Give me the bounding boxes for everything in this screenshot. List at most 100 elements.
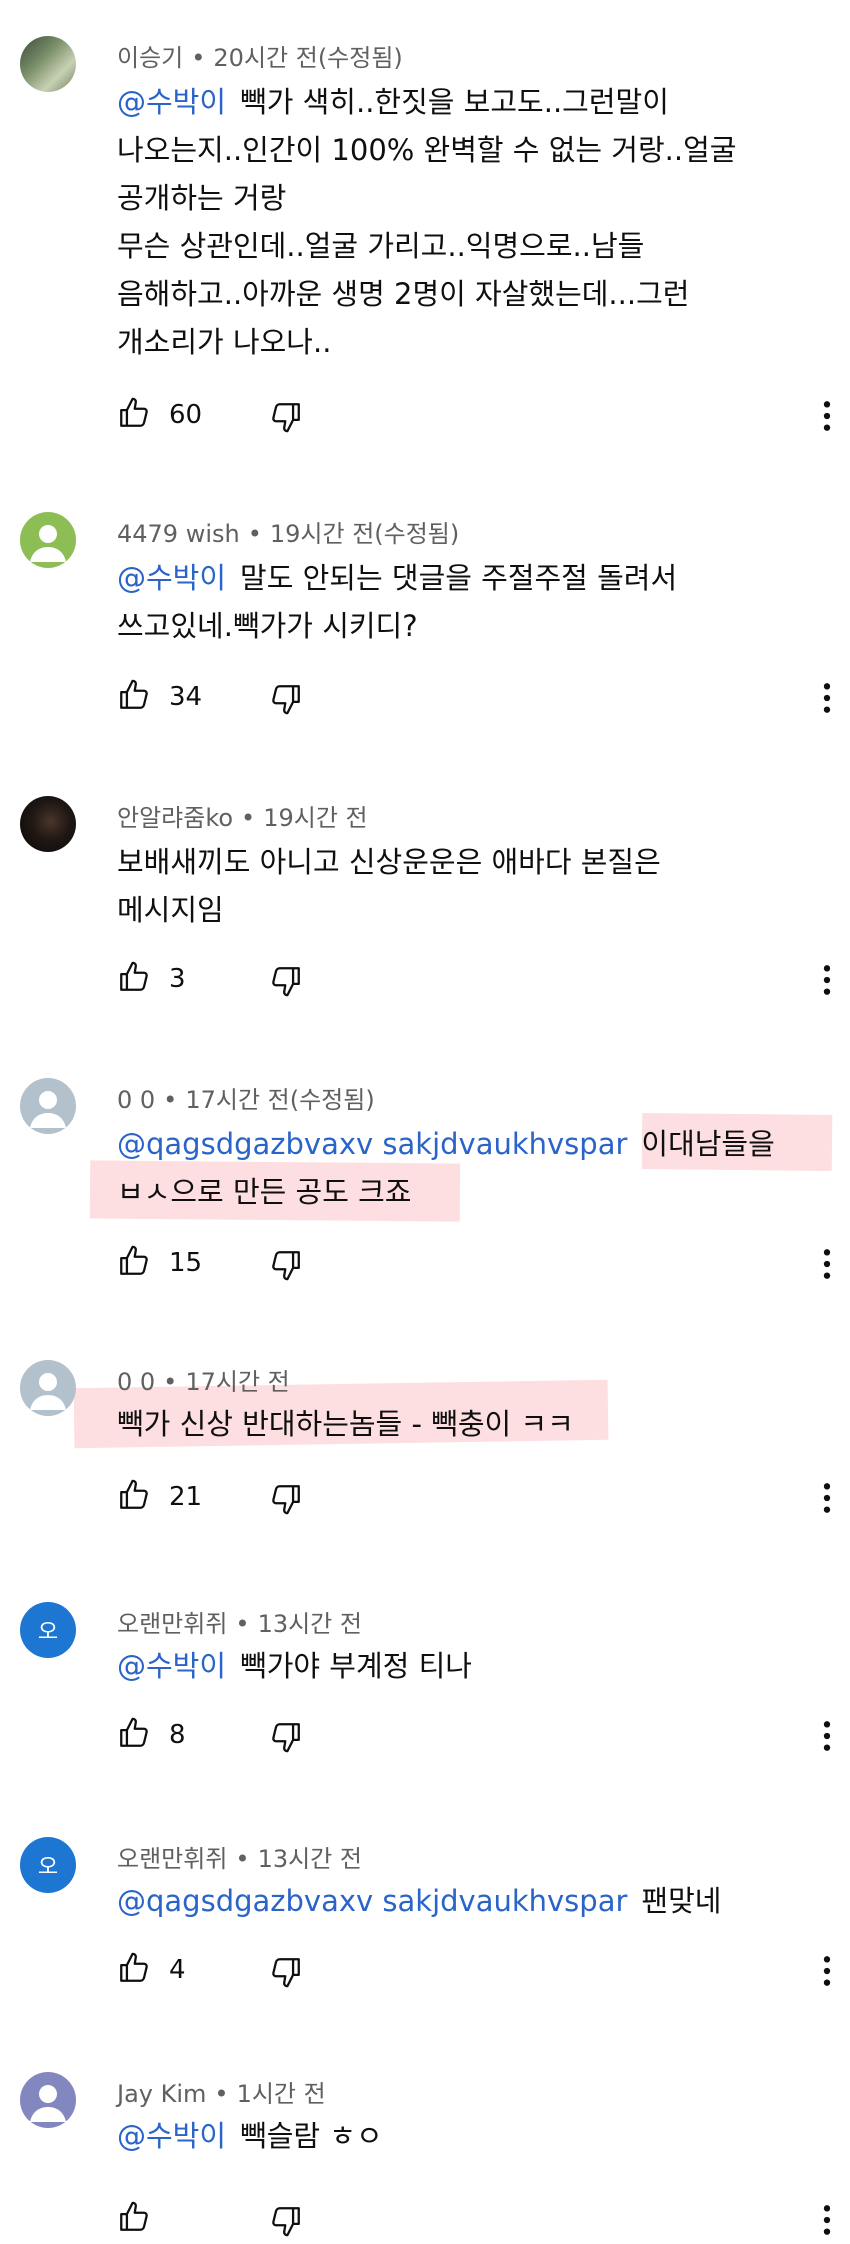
comment-line: @qagsdgazbvaxv sakjdvaukhvspar 팬맞네 (117, 1877, 817, 1925)
comment-thread: 0 0 • 17시간 전 빽가 신상 반대하는놈들 - 빽충이 ㅋㅋ 21 (0, 1340, 850, 1580)
thumbs-up-icon[interactable] (117, 960, 151, 998)
comment-thread: 안알랴줌ko • 19시간 전 보배새끼도 아니고 신상운운은 애바다 본질은 메시… (0, 760, 850, 1050)
comment-time: 17시간 전 (185, 1368, 290, 1396)
thumbs-down-icon[interactable] (269, 964, 303, 1002)
person-icon (30, 1373, 66, 1410)
more-vert-icon[interactable] (807, 396, 847, 440)
like-count: 60 (169, 400, 203, 430)
comment-body: @수박이 빽슬람 ㅎㅇ (117, 2112, 817, 2160)
comment-time: 13시간 전 (257, 1610, 362, 1638)
thumbs-down-icon[interactable] (269, 1720, 303, 1758)
mention-link[interactable]: @qagsdgazbvaxv sakjdvaukhvspar (117, 1884, 627, 1918)
mention-link[interactable]: @qagsdgazbvaxv sakjdvaukhvspar (117, 1127, 627, 1161)
comment-actions: 21 (117, 1478, 831, 1520)
comment-body: @수박이 빽가 색히..한짓을 보고도..그런말이 나오는지..인간이 100% … (117, 78, 817, 366)
mention-link[interactable]: @수박이 (117, 85, 226, 119)
thumbs-down-icon[interactable] (269, 1955, 303, 1993)
author-name[interactable]: 안알랴줌ko (117, 804, 233, 832)
avatar[interactable] (20, 512, 76, 568)
author-name[interactable]: 오랜만휘쥐 (117, 1610, 227, 1638)
comment-time: 19시간 전 (263, 804, 368, 832)
thumbs-down-icon[interactable] (269, 1482, 303, 1520)
thumbs-up-icon[interactable] (117, 1244, 151, 1282)
like-count: 8 (169, 1720, 186, 1750)
comment-thread: 오 오랜만휘쥐 • 13시간 전 @qagsdgazbvaxv sakjdvaukh… (0, 1815, 850, 2050)
author-name[interactable]: 4479 wish (117, 520, 240, 548)
author-name[interactable]: 0 0 (117, 1086, 155, 1114)
meta-separator: • (163, 1368, 178, 1396)
comment-body: @수박이 말도 안되는 댓글을 주절주절 돌려서 쓰고있네.빽가가 시키디? (117, 554, 817, 650)
more-vert-icon[interactable] (807, 960, 847, 1004)
comment-line: 보배새끼도 아니고 신상운운은 애바다 본질은 (117, 845, 661, 879)
comment-meta: 4479 wish • 19시간 전(수정됨) (117, 514, 459, 549)
meta-separator: • (235, 1610, 250, 1638)
comment-line: 메시지임 (117, 893, 224, 927)
author-name[interactable]: 이승기 (117, 44, 183, 72)
comment-thread: Jay Kim • 1시간 전 @수박이 빽슬람 ㅎㅇ (0, 2050, 850, 2240)
mention-link[interactable]: @수박이 (117, 561, 226, 595)
comment-text: 빽가야 부계정 티나 (240, 1649, 472, 1683)
thumbs-up-icon[interactable] (117, 396, 151, 434)
avatar[interactable] (20, 1360, 76, 1416)
avatar[interactable] (20, 36, 76, 92)
author-name[interactable]: 0 0 (117, 1368, 155, 1396)
comment-line: 무슨 상관인데..얼굴 가리고..익명으로..남들 (117, 229, 645, 263)
thumbs-down-icon[interactable] (269, 2204, 303, 2242)
comment-meta: 이승기 • 20시간 전(수정됨) (117, 38, 403, 73)
comment-body: 보배새끼도 아니고 신상운운은 애바다 본질은 메시지임 (117, 838, 817, 934)
like-count: 21 (169, 1482, 203, 1512)
comment-line: 나오는지..인간이 100% 완벽할 수 없는 거랑..얼굴 (117, 133, 737, 167)
thumbs-up-icon[interactable] (117, 1716, 151, 1754)
thumbs-up-icon[interactable] (117, 1478, 151, 1516)
avatar[interactable] (20, 2072, 76, 2128)
comment-text: 이대남들을 (641, 1127, 775, 1161)
author-name[interactable]: Jay Kim (117, 2080, 206, 2108)
thumbs-up-icon[interactable] (117, 1951, 151, 1989)
mention-link[interactable]: @수박이 (117, 1649, 226, 1683)
comment-body: 빽가 신상 반대하는놈들 - 빽충이 ㅋㅋ (117, 1400, 817, 1448)
avatar[interactable]: 오 (20, 1837, 76, 1893)
comment-actions: 60 (117, 396, 831, 438)
meta-separator: • (241, 804, 256, 832)
thumbs-up-icon[interactable] (117, 2200, 151, 2238)
more-vert-icon[interactable] (807, 1716, 847, 1760)
author-name[interactable]: 오랜만휘쥐 (117, 1845, 227, 1873)
thumbs-up-icon[interactable] (117, 678, 151, 716)
more-vert-icon[interactable] (807, 678, 847, 722)
comment-thread: 오 오랜만휘쥐 • 13시간 전 @수박이 빽가야 부계정 티나 8 (0, 1580, 850, 1815)
avatar[interactable] (20, 796, 76, 852)
thumbs-down-icon[interactable] (269, 400, 303, 438)
comment-time: 20시간 전(수정됨) (213, 44, 403, 72)
comment-time: 1시간 전 (236, 2080, 326, 2108)
comment-thread: 이승기 • 20시간 전(수정됨) @수박이 빽가 색히..한짓을 보고도..그런말이… (0, 0, 850, 460)
comment-line: @수박이 빽가 색히..한짓을 보고도..그런말이 (117, 78, 817, 126)
comment-actions (117, 2200, 831, 2242)
comment-meta: Jay Kim • 1시간 전 (117, 2074, 326, 2109)
comment-actions: 34 (117, 678, 831, 720)
comment-line: @qagsdgazbvaxv sakjdvaukhvspar 이대남들을 (117, 1120, 817, 1168)
comment-actions: 4 (117, 1951, 831, 1993)
thumbs-down-icon[interactable] (269, 1248, 303, 1286)
like-count: 15 (169, 1248, 203, 1278)
person-icon (30, 2085, 66, 2122)
more-vert-icon[interactable] (807, 1478, 847, 1522)
comment-meta: 0 0 • 17시간 전 (117, 1362, 290, 1397)
like-count: 4 (169, 1955, 186, 1985)
comment-body: @qagsdgazbvaxv sakjdvaukhvspar 이대남들을 ㅂㅅ으로… (117, 1120, 817, 1216)
comment-line: 개소리가 나오나.. (117, 325, 332, 359)
comment-line: @수박이 빽가야 부계정 티나 (117, 1642, 817, 1690)
comment-meta: 오랜만휘쥐 • 13시간 전 (117, 1839, 362, 1874)
more-vert-icon[interactable] (807, 1951, 847, 1995)
avatar[interactable] (20, 1078, 76, 1134)
meta-separator: • (235, 1845, 250, 1873)
comment-actions: 3 (117, 960, 831, 1002)
thumbs-down-icon[interactable] (269, 682, 303, 720)
avatar[interactable]: 오 (20, 1602, 76, 1658)
meta-separator: • (163, 1086, 178, 1114)
meta-separator: • (214, 2080, 229, 2108)
more-vert-icon[interactable] (807, 1244, 847, 1288)
more-vert-icon[interactable] (807, 2200, 847, 2244)
mention-link[interactable]: @수박이 (117, 2119, 226, 2153)
comment-thread: 0 0 • 17시간 전(수정됨) @qagsdgazbvaxv sakjdvauk… (0, 1050, 850, 1340)
comment-meta: 0 0 • 17시간 전(수정됨) (117, 1080, 375, 1115)
